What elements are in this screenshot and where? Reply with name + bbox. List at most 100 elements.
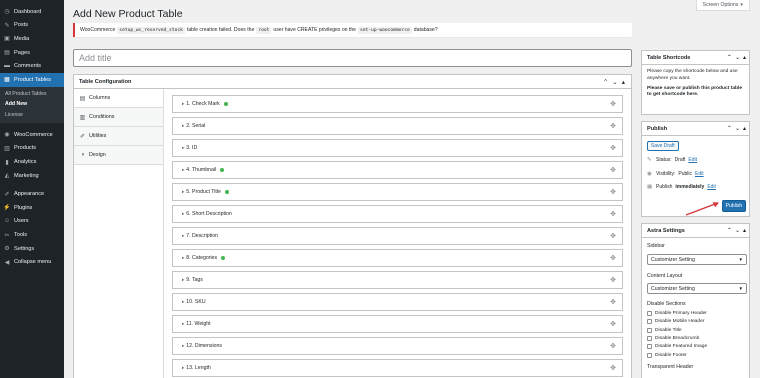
column-row[interactable]: ▸ 11. Weight ✥ [172, 315, 623, 333]
sidebar-item-woocommerce[interactable]: ◉ WooCommerce [0, 128, 64, 142]
collapse-triangle-icon[interactable]: ▴ [743, 227, 746, 234]
expand-arrow-icon[interactable]: ▸ [182, 277, 184, 283]
publish-button[interactable]: Publish [722, 200, 746, 212]
drag-handle-icon[interactable]: ✥ [610, 144, 616, 152]
expand-arrow-icon[interactable]: ▸ [182, 365, 184, 371]
expand-arrow-icon[interactable]: ▸ [182, 343, 184, 349]
expand-arrow-icon[interactable]: ▸ [182, 233, 184, 239]
drag-handle-icon[interactable]: ✥ [610, 364, 616, 372]
checkbox[interactable] [647, 344, 652, 350]
column-row[interactable]: ▸ 3. ID ✥ [172, 139, 623, 157]
title-input[interactable] [73, 49, 632, 67]
chevron-up-icon[interactable]: ⌃ [727, 54, 732, 61]
column-row[interactable]: ▸ 5. Product Title ✥ [172, 183, 623, 201]
sidebar-item-tools[interactable]: ✂ Tools [0, 228, 64, 242]
sidebar-item-product-tables[interactable]: ▦ Product Tables [0, 72, 64, 87]
chevron-down-icon[interactable]: ⌄ [735, 54, 740, 61]
sidebar-item-marketing[interactable]: ◭ Marketing [0, 169, 64, 183]
expand-arrow-icon[interactable]: ▸ [182, 321, 184, 327]
sidebar-item-label: Media [14, 35, 30, 42]
submenu-license[interactable]: License [0, 110, 64, 121]
chevron-down-icon[interactable]: ⌄ [735, 125, 740, 132]
drag-handle-icon[interactable]: ✥ [610, 188, 616, 196]
screen-options-button[interactable]: Screen Options ▾ [695, 0, 750, 11]
admin-sidebar: ◷ Dashboard ✎ Posts ▣ Media ▤ Pages ▬ Comments ▦ Pr… [0, 0, 64, 378]
column-row[interactable]: ▸ 6. Short Description ✥ [172, 205, 623, 223]
chevron-down-icon: ▼ [738, 286, 743, 291]
chevron-up-icon[interactable]: ⌃ [727, 227, 732, 234]
checkbox[interactable] [647, 311, 652, 316]
sidebar-item-products[interactable]: ▥ Products [0, 142, 64, 156]
sidebar-item-analytics[interactable]: ▮ Analytics [0, 155, 64, 169]
tab-conditions[interactable]: ▥ Conditions [74, 108, 163, 127]
column-row[interactable]: ▸ 9. Tags ✥ [172, 271, 623, 289]
sidebar-item-collapse-menu[interactable]: ◀ Collapse menu [0, 255, 64, 269]
column-row[interactable]: ▸ 8. Categories ✥ [172, 249, 623, 267]
column-row[interactable]: ▸ 1. Check Mark ✥ [172, 95, 623, 113]
status-edit-link[interactable]: Edit [688, 157, 697, 163]
chevron-up-icon[interactable]: ⌃ [603, 78, 608, 86]
publish-time-value: immediately [675, 184, 705, 190]
checkbox[interactable] [647, 327, 652, 333]
column-row[interactable]: ▸ 13. Length ✥ [172, 359, 623, 377]
sidebar-item-settings[interactable]: ⚙ Settings [0, 242, 64, 256]
sidebar-item-media[interactable]: ▣ Media [0, 32, 64, 46]
sidebar-select[interactable]: Customizer Setting ▼ [647, 254, 747, 265]
content-layout-select[interactable]: Customizer Setting ▼ [647, 283, 747, 294]
drag-handle-icon[interactable]: ✥ [610, 122, 616, 130]
drag-handle-icon[interactable]: ✥ [610, 232, 616, 240]
publish-time-edit-link[interactable]: Edit [707, 184, 716, 190]
drag-handle-icon[interactable]: ✥ [610, 210, 616, 218]
expand-arrow-icon[interactable]: ▸ [182, 167, 184, 173]
checkbox[interactable] [647, 319, 652, 325]
chevron-down-icon[interactable]: ⌄ [612, 78, 617, 86]
visibility-edit-link[interactable]: Edit [695, 171, 704, 177]
settings-icon: ⚙ [4, 246, 10, 253]
column-row[interactable]: ▸ 7. Description ✥ [172, 227, 623, 245]
error-notice: WooCommerce setup_wc_reserved_stock tabl… [73, 23, 632, 37]
drag-handle-icon[interactable]: ✥ [610, 342, 616, 350]
sidebar-item-label: Product Tables [14, 76, 51, 83]
sidebar-item-pages[interactable]: ▤ Pages [0, 46, 64, 60]
sidebar-item-users[interactable]: ☺ Users [0, 215, 64, 229]
drag-handle-icon[interactable]: ✥ [610, 320, 616, 328]
config-tabs: ▤ Columns ▥ Conditions ✐ Utilities ◑ Design [74, 89, 164, 378]
tab-design[interactable]: ◑ Design [74, 146, 163, 165]
column-row[interactable]: ▸ 10. SKU ✥ [172, 293, 623, 311]
collapse-triangle-icon[interactable]: ▴ [622, 78, 625, 86]
chevron-down-icon[interactable]: ⌄ [735, 227, 740, 234]
disable-section-option: Disable Mobile Header [647, 319, 704, 325]
tab-columns[interactable]: ▤ Columns [74, 89, 163, 108]
expand-arrow-icon[interactable]: ▸ [182, 101, 184, 107]
sidebar-item-appearance[interactable]: ✐ Appearance [0, 187, 64, 201]
drag-handle-icon[interactable]: ✥ [610, 254, 616, 262]
sidebar-item-comments[interactable]: ▬ Comments [0, 59, 64, 73]
drag-handle-icon[interactable]: ✥ [610, 166, 616, 174]
drag-handle-icon[interactable]: ✥ [610, 100, 616, 108]
collapse-triangle-icon[interactable]: ▴ [743, 125, 746, 132]
drag-handle-icon[interactable]: ✥ [610, 276, 616, 284]
sidebar-item-plugins[interactable]: ⚡ Plugins [0, 201, 64, 215]
expand-arrow-icon[interactable]: ▸ [182, 189, 184, 195]
sidebar-item-dashboard[interactable]: ◷ Dashboard [0, 5, 64, 19]
chevron-up-icon[interactable]: ⌃ [727, 125, 732, 132]
expand-arrow-icon[interactable]: ▸ [182, 145, 184, 151]
astra-settings-title: Astra Settings [647, 227, 685, 234]
collapse-triangle-icon[interactable]: ▴ [743, 54, 746, 61]
checkbox[interactable] [647, 335, 652, 341]
sidebar-item-posts[interactable]: ✎ Posts [0, 19, 64, 33]
drag-handle-icon[interactable]: ✥ [610, 298, 616, 306]
column-row[interactable]: ▸ 12. Dimensions ✥ [172, 337, 623, 355]
expand-arrow-icon[interactable]: ▸ [182, 211, 184, 217]
disable-section-option: Disable Footer [647, 352, 687, 358]
save-draft-button[interactable]: Save Draft [647, 141, 679, 151]
expand-arrow-icon[interactable]: ▸ [182, 299, 184, 305]
submenu-all-product-tables[interactable]: All Product Tables [0, 89, 64, 100]
tab-utilities[interactable]: ✐ Utilities [74, 127, 163, 146]
column-row[interactable]: ▸ 2. Serial ✥ [172, 117, 623, 135]
checkbox[interactable] [647, 352, 652, 358]
submenu-add-new[interactable]: Add New [0, 99, 64, 110]
column-row[interactable]: ▸ 4. Thumbnail ✥ [172, 161, 623, 179]
expand-arrow-icon[interactable]: ▸ [182, 123, 184, 129]
expand-arrow-icon[interactable]: ▸ [182, 255, 184, 261]
